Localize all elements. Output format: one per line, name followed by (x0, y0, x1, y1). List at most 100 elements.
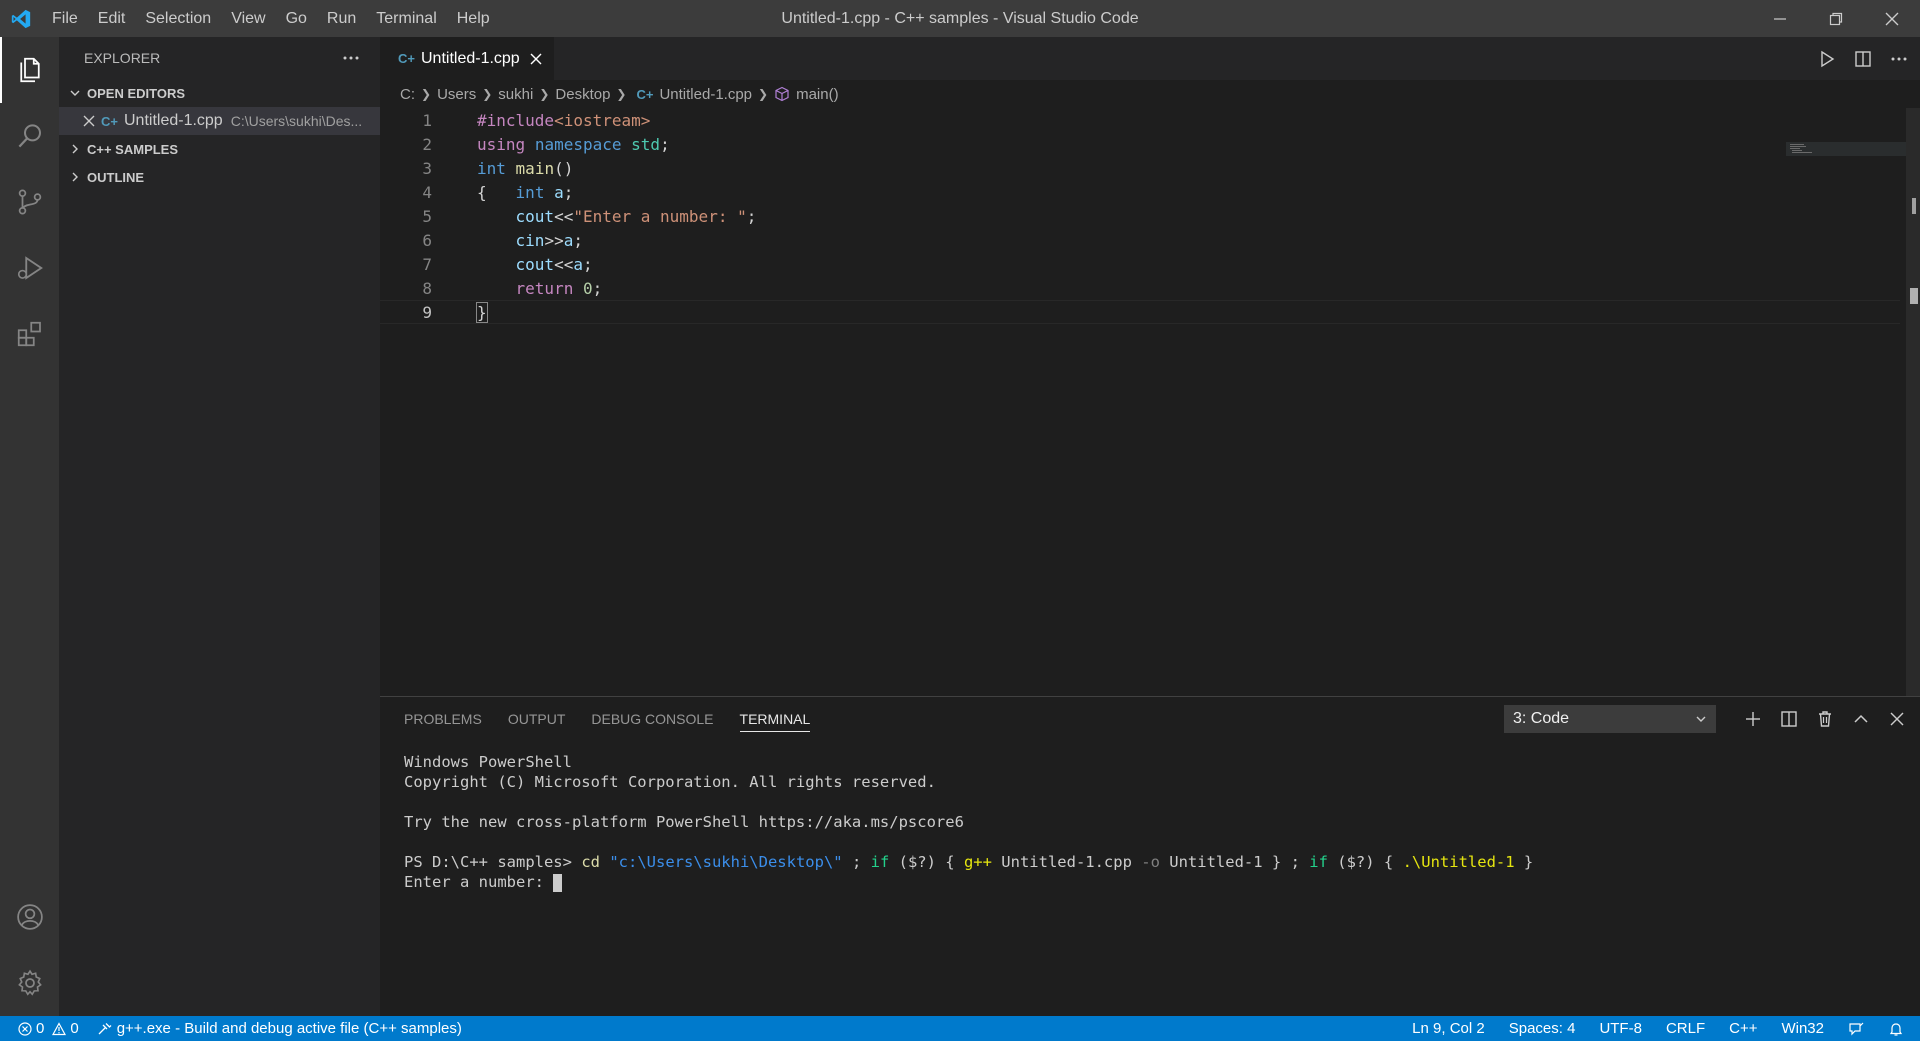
minimap[interactable] (1786, 142, 1906, 162)
open-editor-item[interactable]: C+ Untitled-1.cpp C:\Users\sukhi\Des... (59, 107, 380, 135)
chevron-right-icon: ❯ (482, 87, 493, 101)
more-actions-icon[interactable] (1890, 56, 1908, 62)
breadcrumb-item[interactable]: Users (437, 86, 476, 103)
code-token: << (554, 206, 574, 226)
terminal-line: Try the new cross-platform PowerShell ht… (404, 813, 964, 831)
terminal-output[interactable]: Windows PowerShell Copyright (C) Microso… (380, 741, 1920, 893)
code-token: return (515, 278, 574, 298)
code-editor[interactable]: 1 #include<iostream> 2 using namespace s… (380, 108, 1900, 324)
breadcrumb-item[interactable]: Desktop (555, 86, 610, 103)
code-token: a (563, 230, 574, 250)
activity-run-debug[interactable] (0, 235, 59, 301)
line-ending[interactable]: CRLF (1666, 1020, 1705, 1037)
menu-edit[interactable]: Edit (88, 0, 136, 37)
notifications-bell-icon[interactable] (1888, 1021, 1904, 1037)
activity-bottom-group (0, 884, 59, 1016)
code-token: ; (582, 254, 593, 274)
breadcrumb-item[interactable]: Untitled-1.cpp (659, 86, 752, 103)
more-actions-icon[interactable] (342, 55, 360, 61)
section-cpp-samples[interactable]: C++ SAMPLES (59, 135, 380, 163)
split-terminal-icon[interactable] (1780, 710, 1798, 728)
account-icon (16, 904, 43, 930)
close-icon[interactable] (83, 115, 95, 127)
terminal-command-line: PS D:\C++ samples> cd "c:\Users\sukhi\De… (404, 853, 1920, 873)
restore-button[interactable] (1808, 0, 1864, 37)
activity-search[interactable] (0, 103, 59, 169)
code-token: ; (660, 134, 670, 154)
menu-selection[interactable]: Selection (135, 0, 221, 37)
platform[interactable]: Win32 (1781, 1020, 1824, 1037)
activity-explorer[interactable] (0, 37, 59, 103)
menu-run[interactable]: Run (317, 0, 366, 37)
tab-debug-console[interactable]: DEBUG CONSOLE (591, 711, 713, 727)
terminal-token: if (1309, 853, 1328, 871)
run-icon[interactable] (1818, 50, 1836, 68)
line-number: 4 (422, 182, 432, 202)
section-cpp-samples-label: C++ SAMPLES (87, 141, 179, 157)
scrollbar-marker (1910, 288, 1918, 304)
feedback-icon[interactable] (1848, 1021, 1864, 1037)
section-outline-label: OUTLINE (87, 169, 145, 185)
tab-problems[interactable]: PROBLEMS (404, 711, 482, 727)
code-token: main (515, 158, 555, 178)
menu-file[interactable]: File (42, 0, 88, 37)
scrollbar-marker (1912, 198, 1916, 214)
build-task-status[interactable]: g++.exe - Build and debug active file (C… (97, 1020, 462, 1037)
window-controls (1752, 0, 1920, 37)
code-token: << (554, 254, 574, 274)
tab-untitled-1[interactable]: C+ Untitled-1.cpp (380, 37, 554, 80)
split-editor-icon[interactable] (1854, 50, 1872, 68)
code-line: 8 return 0; (380, 276, 1900, 300)
close-icon[interactable] (1888, 710, 1906, 728)
problems-status[interactable]: 0 0 (18, 1020, 79, 1037)
code-token: ; (563, 182, 574, 202)
plus-icon[interactable] (1744, 710, 1762, 728)
tools-icon (98, 1022, 112, 1034)
breadcrumb-item[interactable]: main() (796, 86, 839, 103)
code-token: 0 (582, 278, 593, 298)
breadcrumb-item[interactable]: sukhi (498, 86, 533, 103)
terminal-token: g++ (963, 853, 992, 871)
terminal-token: "c:\Users\sukhi\Desktop\" (609, 853, 843, 871)
editor-area: C+ Untitled-1.cpp C: ❯ Users ❯ sukhi ❯ Desk… (380, 37, 1920, 696)
menu-terminal[interactable]: Terminal (366, 0, 446, 37)
menu-view[interactable]: View (221, 0, 275, 37)
section-open-editors[interactable]: OPEN EDITORS (59, 79, 380, 107)
terminal-line-empty (404, 793, 1920, 813)
code-line: 3 int main() (380, 156, 1900, 180)
code-token: { (477, 182, 487, 202)
status-bar: 0 0 g++.exe - Build and debug active fil… (0, 1016, 1920, 1041)
close-window-button[interactable] (1864, 0, 1920, 37)
terminal-token: Untitled-1 } ; (1159, 853, 1310, 871)
activity-accounts[interactable] (0, 884, 59, 950)
encoding[interactable]: UTF-8 (1599, 1020, 1642, 1037)
activity-extensions[interactable] (0, 301, 59, 367)
code-line: 2 using namespace std; (380, 132, 1900, 156)
menu-help[interactable]: Help (447, 0, 500, 37)
cursor-position[interactable]: Ln 9, Col 2 (1412, 1020, 1485, 1037)
menu-go[interactable]: Go (276, 0, 317, 37)
line-number: 3 (422, 158, 432, 178)
gear-icon (17, 969, 42, 996)
open-editor-path: C:\Users\sukhi\Des... (230, 113, 363, 129)
chevron-up-icon[interactable] (1852, 710, 1870, 728)
tab-terminal[interactable]: TERMINAL (739, 711, 811, 732)
terminal-select[interactable]: 3: Code (1504, 705, 1716, 733)
language-mode[interactable]: C++ (1729, 1020, 1757, 1037)
line-number: 6 (422, 230, 432, 250)
breadcrumb-item[interactable]: C: (400, 86, 415, 103)
tab-output[interactable]: OUTPUT (508, 711, 566, 727)
code-line: 7 cout<<a; (380, 252, 1900, 276)
editor-scrollbar[interactable] (1906, 108, 1920, 696)
activity-source-control[interactable] (0, 169, 59, 235)
indentation[interactable]: Spaces: 4 (1509, 1020, 1576, 1037)
activity-manage[interactable] (0, 950, 59, 1016)
section-outline[interactable]: OUTLINE (59, 163, 380, 191)
line-number: 2 (422, 134, 432, 154)
tab-close-icon[interactable] (530, 53, 542, 65)
trash-icon[interactable] (1816, 710, 1834, 728)
close-icon (1885, 12, 1899, 25)
search-icon (18, 124, 41, 148)
code-token: #include (477, 110, 555, 130)
minimize-button[interactable] (1752, 0, 1808, 37)
